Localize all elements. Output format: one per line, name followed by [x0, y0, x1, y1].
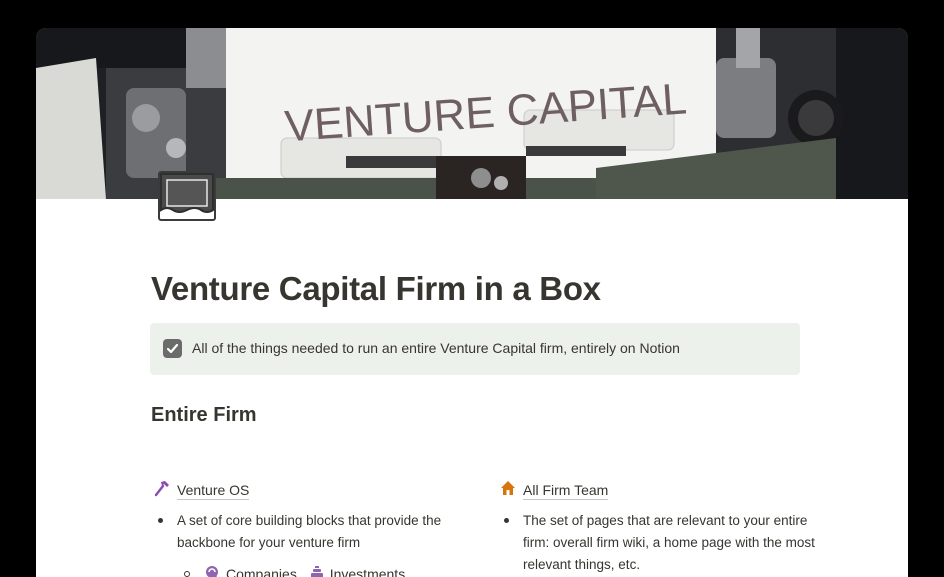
bullet-dot — [504, 518, 509, 523]
page-icon[interactable] — [157, 170, 217, 222]
separator: , — [406, 566, 411, 577]
companies-icon — [204, 564, 222, 577]
hollow-bullet — [184, 571, 190, 577]
callout-text: All of the things needed to run an entir… — [192, 340, 680, 356]
hammer-icon — [153, 479, 171, 502]
companies-link[interactable]: Companies — [204, 564, 297, 577]
all-firm-team-link[interactable]: All Firm Team — [499, 479, 609, 502]
companies-label: Companies — [226, 565, 297, 577]
all-firm-team-description: The set of pages that are relevant to yo… — [523, 513, 815, 572]
house-icon — [499, 479, 517, 502]
venture-os-link[interactable]: Venture OS — [153, 479, 250, 502]
section-heading: Entire Firm — [151, 404, 257, 426]
checkbox-icon[interactable] — [163, 339, 182, 358]
notion-page-window: VENTURE CAPITAL Venture Capital Firm in … — [36, 28, 908, 577]
venture-os-label: Venture OS — [177, 481, 250, 500]
page-title: Venture Capital Firm in a Box — [151, 270, 601, 307]
bullet-dot — [158, 518, 163, 523]
investments-link[interactable]: Investments — [308, 564, 405, 577]
investments-icon — [308, 564, 326, 577]
separator: , — [297, 566, 302, 577]
venture-os-description: A set of core building blocks that provi… — [177, 513, 442, 550]
callout-block: All of the things needed to run an entir… — [150, 323, 800, 375]
page-content: Venture Capital Firm in a Box All of the… — [36, 199, 908, 577]
investments-label: Investments — [330, 565, 405, 577]
all-firm-team-label: All Firm Team — [523, 481, 609, 500]
sub-list-item: Companies , Investments , — [184, 563, 416, 577]
